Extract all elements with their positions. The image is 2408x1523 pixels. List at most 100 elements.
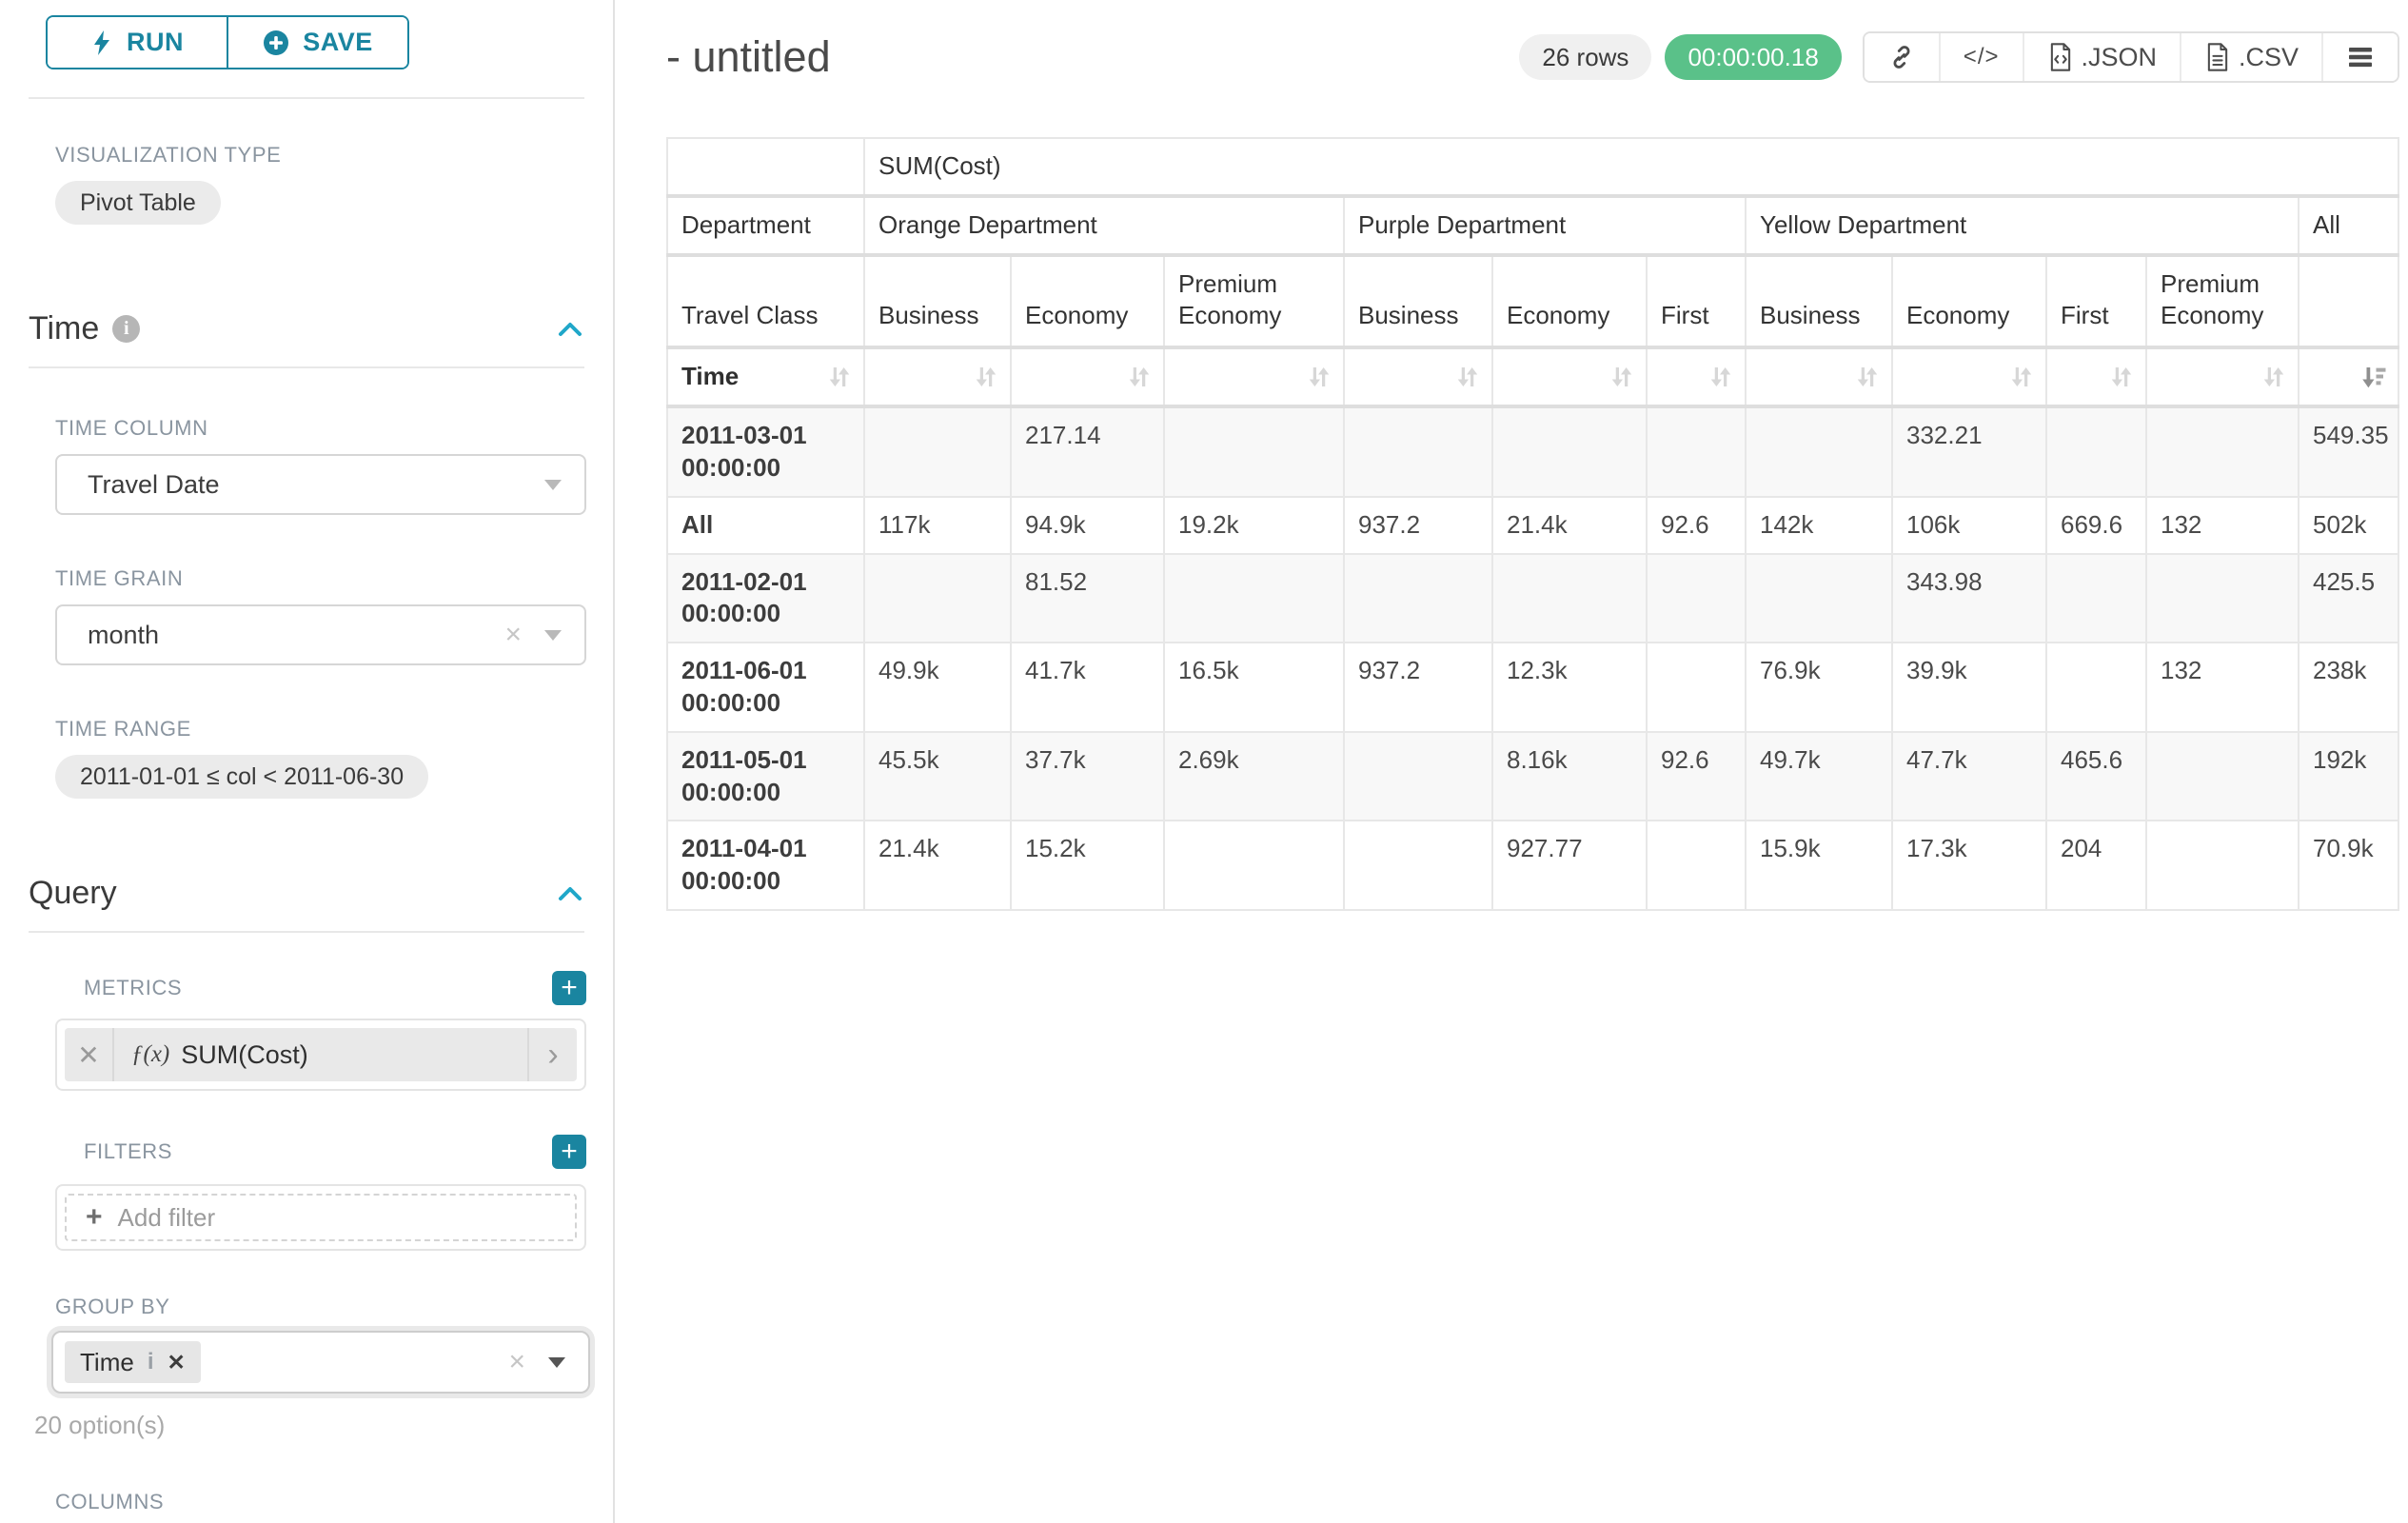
export-json-button[interactable]: .JSON [2023, 33, 2181, 81]
sidebar-sticky-toolbar: RUN SAVE [0, 0, 613, 67]
section-divider [29, 97, 584, 99]
clear-icon[interactable]: × [508, 1348, 525, 1376]
pivot-value-cell [1492, 554, 1647, 643]
plus-circle-icon [263, 30, 289, 56]
row-label-cell: 2011-04-01 00:00:00 [667, 821, 864, 910]
column-sort-cell[interactable] [1492, 347, 1647, 406]
department-group-header: Orange Department [864, 196, 1344, 255]
code-icon: </> [1964, 44, 2000, 70]
time-range-pill[interactable]: 2011-01-01 ≤ col < 2011-06-30 [55, 755, 428, 799]
group-by-chip-time[interactable]: Time i ✕ [65, 1341, 201, 1383]
chart-panel: - untitled 26 rows 00:00:00.18 </> .JSON… [615, 0, 2408, 1523]
chevron-up-icon[interactable] [554, 880, 586, 908]
pivot-value-cell: 49.9k [864, 643, 1011, 732]
column-sort-cell[interactable] [864, 347, 1011, 406]
row-count-badge: 26 rows [1519, 34, 1651, 80]
column-sort-cell[interactable] [1647, 347, 1746, 406]
column-sort-cell[interactable] [1746, 347, 1892, 406]
run-button[interactable]: RUN [48, 17, 227, 68]
hamburger-icon [2346, 45, 2375, 69]
pivot-value-cell: 81.52 [1011, 554, 1164, 643]
viz-type-pill[interactable]: Pivot Table [55, 181, 221, 225]
sort-icon[interactable] [825, 363, 854, 391]
caret-down-icon[interactable] [548, 1357, 565, 1368]
info-icon: i [148, 1349, 154, 1375]
pivot-row: 2011-03-01 00:00:00217.14332.21549.35 [667, 406, 2398, 497]
export-csv-label: .CSV [2239, 43, 2299, 72]
time-grain-select[interactable]: month × [55, 604, 586, 665]
metrics-label: METRICS [84, 976, 182, 1000]
pivot-value-cell [2146, 732, 2299, 821]
pivot-value-cell [1647, 554, 1746, 643]
pivot-value-cell [2046, 406, 2146, 497]
group-by-options-count: 20 option(s) [34, 1411, 613, 1440]
sort-icon[interactable] [2007, 363, 2036, 391]
add-filter-dropzone[interactable]: + Add filter [65, 1194, 577, 1241]
pivot-value-cell: 39.9k [1892, 643, 2046, 732]
view-query-button[interactable]: </> [1939, 33, 2023, 81]
pivot-value-cell: 332.21 [1892, 406, 2046, 497]
sort-icon[interactable] [2107, 363, 2136, 391]
time-column-label: TIME COLUMN [55, 416, 613, 441]
pivot-value-cell [1746, 406, 1892, 497]
column-sort-cell[interactable] [1164, 347, 1344, 406]
pivot-value-cell: 92.6 [1647, 497, 1746, 554]
add-filter-plus-button[interactable]: + [552, 1135, 586, 1169]
pivot-value-cell [1647, 643, 1746, 732]
pivot-value-cell: 8.16k [1492, 732, 1647, 821]
add-metric-button[interactable]: + [552, 971, 586, 1005]
chart-title[interactable]: - untitled [666, 32, 831, 82]
pivot-table-container: SUM(Cost)DepartmentOrange DepartmentPurp… [666, 137, 2399, 911]
chart-header: - untitled 26 rows 00:00:00.18 </> .JSON… [666, 19, 2399, 95]
chevron-right-icon[interactable]: › [527, 1028, 577, 1081]
column-sort-cell[interactable] [1344, 347, 1492, 406]
metric-chip[interactable]: ✕ ƒ(x) SUM(Cost) › [65, 1028, 577, 1081]
save-button[interactable]: SAVE [227, 17, 407, 68]
sort-icon[interactable] [972, 363, 1000, 391]
pivot-row: 2011-06-01 00:00:0049.9k41.7k16.5k937.21… [667, 643, 2398, 732]
menu-button[interactable] [2321, 33, 2398, 81]
pivot-value-cell: 16.5k [1164, 643, 1344, 732]
clear-icon[interactable]: × [504, 621, 522, 649]
pivot-value-cell [864, 406, 1011, 497]
sort-icon[interactable] [1853, 363, 1882, 391]
pivot-value-cell: 21.4k [1492, 497, 1647, 554]
sort-icon[interactable] [1453, 363, 1482, 391]
sort-icon[interactable] [1707, 363, 1735, 391]
column-sort-cell[interactable] [2046, 347, 2146, 406]
group-by-select[interactable]: Time i ✕ × [51, 1331, 590, 1394]
section-divider [29, 931, 584, 933]
remove-chip-icon[interactable]: ✕ [167, 1352, 185, 1374]
pivot-value-cell: 465.6 [2046, 732, 2146, 821]
row-label-cell: 2011-05-01 00:00:00 [667, 732, 864, 821]
pivot-value-cell: 70.9k [2299, 821, 2398, 910]
column-sort-cell[interactable] [2299, 347, 2398, 406]
sort-descending-icon[interactable] [2359, 363, 2388, 391]
sort-icon[interactable] [2260, 363, 2288, 391]
travel-class-header: Economy [1492, 255, 1647, 348]
caret-down-icon[interactable] [544, 630, 562, 641]
section-divider [29, 366, 584, 368]
sort-icon[interactable] [1305, 363, 1333, 391]
export-csv-button[interactable]: .CSV [2180, 33, 2321, 81]
row-dimension-sort-cell[interactable]: Time [667, 347, 864, 406]
column-sort-cell[interactable] [1892, 347, 2046, 406]
pivot-value-cell: 37.7k [1011, 732, 1164, 821]
caret-down-icon[interactable] [544, 480, 562, 490]
time-range-label: TIME RANGE [55, 717, 613, 742]
time-column-select[interactable]: Travel Date [55, 454, 586, 515]
pivot-value-cell [1344, 406, 1492, 497]
time-grain-label: TIME GRAIN [55, 566, 613, 591]
share-link-button[interactable] [1865, 33, 1939, 81]
query-timer-badge: 00:00:00.18 [1665, 34, 1841, 80]
column-sort-cell[interactable] [2146, 347, 2299, 406]
travel-class-header: Economy [1011, 255, 1164, 348]
column-sort-cell[interactable] [1011, 347, 1164, 406]
pivot-value-cell: 927.77 [1492, 821, 1647, 910]
export-button-group: </> .JSON .CSV [1863, 31, 2399, 83]
sort-icon[interactable] [1608, 363, 1636, 391]
sort-icon[interactable] [1125, 363, 1154, 391]
pivot-value-cell [1344, 821, 1492, 910]
remove-metric-icon[interactable]: ✕ [65, 1028, 114, 1081]
chevron-up-icon[interactable] [554, 315, 586, 344]
